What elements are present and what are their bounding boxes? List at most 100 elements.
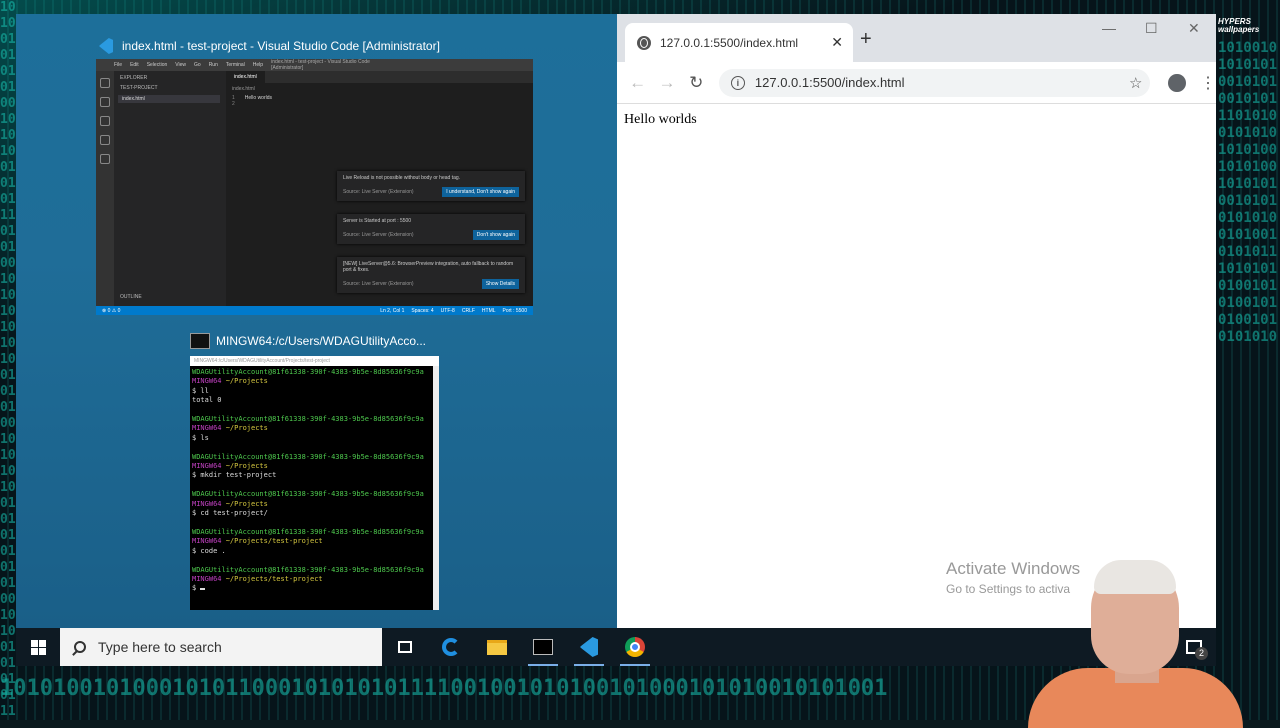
menu-edit: Edit bbox=[130, 62, 139, 68]
edge-button[interactable] bbox=[428, 628, 474, 666]
vscode-thumbnail[interactable]: File Edit Selection View Go Run Terminal… bbox=[96, 59, 533, 315]
status-port: Port : 5500 bbox=[502, 307, 527, 314]
menu-selection: Selection bbox=[146, 62, 168, 68]
search-icon bbox=[74, 641, 86, 653]
file-explorer-icon bbox=[487, 639, 507, 655]
source-control-icon bbox=[100, 116, 110, 126]
terminal-icon bbox=[190, 333, 210, 349]
start-button[interactable] bbox=[16, 639, 60, 655]
vscode-window-title-text: index.html - test-project - Visual Studi… bbox=[122, 39, 440, 53]
file-item: index.html bbox=[118, 95, 220, 103]
windows-logo-icon bbox=[30, 639, 46, 655]
status-spaces: Spaces: 4 bbox=[411, 307, 434, 314]
explorer-panel: EXPLORER TEST-PROJECT index.html OUTLINE bbox=[114, 71, 226, 306]
terminal-button[interactable] bbox=[520, 628, 566, 666]
new-tab-button[interactable]: + bbox=[860, 28, 872, 51]
terminal-command: $ bbox=[192, 584, 437, 593]
menu-file: File bbox=[114, 62, 123, 68]
notification-source: Source: Live Server (Extension) bbox=[343, 189, 414, 195]
notification-message: [NEW] LiveServer@5.6: BrowserPreview int… bbox=[343, 261, 514, 273]
explorer-header: EXPLORER bbox=[120, 75, 148, 81]
problems-count: ⊗ 0 ⚠ 0 bbox=[102, 307, 121, 314]
menu-help: Help bbox=[252, 62, 264, 68]
kebab-menu-icon[interactable]: ⋮ bbox=[1200, 73, 1216, 93]
taskbar-search[interactable]: Type here to search bbox=[60, 628, 382, 666]
task-view-icon bbox=[398, 641, 412, 653]
terminal-command: $ ll bbox=[192, 386, 209, 395]
terminal-path-line: MINGW64 ~/Projects bbox=[192, 377, 268, 386]
maximize-button[interactable]: ☐ bbox=[1145, 20, 1158, 37]
vscode-window-title[interactable]: index.html - test-project - Visual Studi… bbox=[96, 36, 440, 56]
explorer-icon bbox=[100, 78, 110, 88]
task-view-button[interactable] bbox=[382, 628, 428, 666]
search-placeholder: Type here to search bbox=[98, 639, 222, 655]
notification-source: Source: Live Server (Extension) bbox=[343, 232, 414, 238]
notification-message: Server is Started at port : 5500 bbox=[343, 218, 412, 224]
reload-icon[interactable]: ↻ bbox=[682, 73, 711, 93]
vscode-icon bbox=[96, 36, 116, 56]
chrome-button[interactable] bbox=[612, 628, 658, 666]
notification-toast: Live Reload is not possible without body… bbox=[337, 171, 525, 201]
binary-decoration: 1010010101010010101001010111010100101010… bbox=[0, 0, 16, 719]
status-encoding: UTF-8 bbox=[440, 307, 455, 314]
star-icon[interactable]: ☆ bbox=[1129, 74, 1142, 92]
status-language: HTML bbox=[481, 307, 496, 314]
presenter-hair bbox=[1094, 560, 1176, 594]
notification-message: Live Reload is not possible without body… bbox=[343, 175, 461, 181]
notification-toast: Server is Started at port : 5500 Source:… bbox=[337, 214, 525, 244]
close-tab-icon[interactable]: ✕ bbox=[831, 34, 843, 51]
task-view-area: index.html - test-project - Visual Studi… bbox=[16, 14, 617, 628]
page-content: Hello worlds bbox=[624, 112, 697, 127]
status-bar: ⊗ 0 ⚠ 0 Ln 2, Col 1 Spaces: 4 UTF-8 CRLF… bbox=[96, 306, 533, 315]
code-line: 2 bbox=[232, 101, 235, 107]
terminal-user-line: WDAGUtilityAccount@81f61338-390f-4383-9b… bbox=[192, 415, 424, 424]
tab-title: 127.0.0.1:5500/index.html bbox=[660, 35, 799, 50]
terminal-icon bbox=[533, 639, 553, 655]
minimize-button[interactable]: — bbox=[1102, 20, 1116, 36]
vscode-button[interactable] bbox=[566, 628, 612, 666]
terminal-command: $ cd test-project/ bbox=[192, 509, 268, 518]
editor-area: index.html index.html 1 Hello worlds 2 Li… bbox=[226, 71, 533, 306]
menu-go: Go bbox=[194, 62, 201, 68]
dont-show-again-button: Don't show again bbox=[472, 230, 519, 240]
terminal-scrollbar[interactable] bbox=[433, 366, 439, 610]
extensions-icon bbox=[100, 154, 110, 164]
terminal-user-line: WDAGUtilityAccount@81f61338-390f-4383-9b… bbox=[192, 368, 424, 376]
webcam-overlay bbox=[1028, 558, 1243, 728]
outline-section: OUTLINE bbox=[120, 294, 142, 300]
terminal-command: $ code . bbox=[192, 546, 226, 555]
browser-tab[interactable]: 127.0.0.1:5500/index.html ✕ bbox=[625, 23, 853, 62]
binary-decoration: 1010010101010100101010010101110101001010… bbox=[1218, 40, 1278, 345]
menu-view: View bbox=[175, 62, 187, 68]
menu-terminal: Terminal bbox=[225, 62, 245, 68]
tab-strip: 127.0.0.1:5500/index.html ✕ + — ☐ ✕ bbox=[617, 14, 1216, 62]
terminal-user-line: WDAGUtilityAccount@81f61338-390f-4383-9b… bbox=[192, 527, 424, 536]
address-bar[interactable]: i 127.0.0.1:5500/index.html ☆ bbox=[718, 68, 1151, 97]
back-arrow-icon[interactable]: ← bbox=[623, 73, 652, 93]
file-explorer-button[interactable] bbox=[474, 628, 520, 666]
status-cursor: Ln 2, Col 1 bbox=[380, 307, 405, 314]
watermark-logo: HYPERS wallpapers bbox=[1218, 17, 1260, 34]
show-details-button: Show Details bbox=[481, 279, 519, 289]
terminal-path-line: MINGW64 ~/Projects bbox=[192, 499, 268, 508]
run-icon bbox=[100, 135, 110, 145]
terminal-command: $ mkdir test-project bbox=[192, 471, 277, 480]
terminal-output-line: total 0 bbox=[192, 396, 222, 405]
close-window-button[interactable]: ✕ bbox=[1188, 20, 1200, 37]
notification-toast: [NEW] LiveServer@5.6: BrowserPreview int… bbox=[337, 257, 525, 293]
vscode-icon bbox=[580, 637, 598, 657]
status-eol: CRLF bbox=[461, 307, 475, 314]
dont-show-again-button: I understand, Don't show again bbox=[442, 187, 519, 197]
terminal-thumbnail[interactable]: MINGW64:/c/Users/WDAGUtilityAccount/Proj… bbox=[190, 356, 439, 610]
browser-toolbar: ← → ↻ i 127.0.0.1:5500/index.html ☆ ⋮ bbox=[617, 62, 1216, 104]
profile-avatar-icon[interactable] bbox=[1168, 73, 1187, 92]
terminal-window-title[interactable]: MINGW64:/c/Users/WDAGUtilityAcco... bbox=[190, 333, 426, 349]
terminal-path-line: MINGW64 ~/Projects bbox=[192, 424, 268, 433]
terminal-user-line: WDAGUtilityAccount@81f61338-390f-4383-9b… bbox=[192, 452, 424, 461]
activity-bar bbox=[96, 71, 114, 306]
binary-decoration: 1010100101000101011000101010101111001001… bbox=[0, 676, 888, 701]
forward-arrow-icon[interactable]: → bbox=[652, 73, 681, 93]
info-icon[interactable]: i bbox=[730, 75, 745, 90]
edge-icon bbox=[442, 638, 460, 656]
terminal-window-title-text: MINGW64:/c/Users/WDAGUtilityAcco... bbox=[216, 334, 427, 348]
